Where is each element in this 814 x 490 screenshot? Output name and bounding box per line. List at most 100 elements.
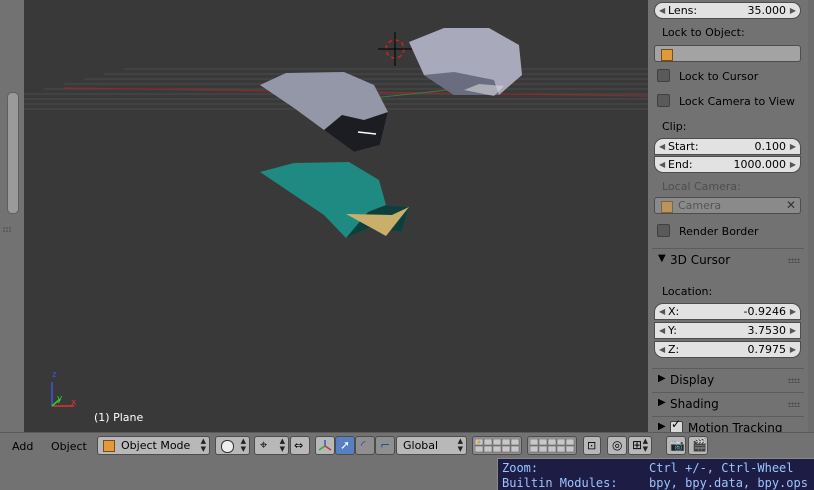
collapsed-triangle-icon: ▶ — [658, 373, 666, 384]
increment-arrow-icon[interactable]: ▶ — [790, 139, 796, 154]
cursor-y-value: 3.7530 — [747, 324, 787, 337]
properties-panel: ◀ Lens: 35.000 ▶ Lock to Object: Lock to… — [648, 0, 814, 432]
increment-arrow-icon[interactable]: ▶ — [790, 323, 796, 338]
updown-arrows-icon: ▲ ▼ — [240, 437, 246, 453]
clapper-icon: 🎬 — [692, 438, 707, 452]
render-border-checkbox[interactable] — [657, 224, 670, 237]
left-grip-icon[interactable] — [2, 226, 14, 232]
clip-start-label: Start: — [668, 140, 699, 153]
layer-grid-icon — [475, 439, 520, 453]
lens-value: 35.000 — [747, 4, 787, 17]
clip-end-value: 1000.000 — [733, 158, 787, 171]
3d-cursor-panel-header[interactable]: ▼ 3D Cursor — [652, 248, 804, 271]
updown-arrows-icon: ▲ ▼ — [279, 437, 285, 453]
clear-x-icon[interactable]: ✕ — [786, 198, 796, 212]
render-border-label: Render Border — [679, 225, 759, 238]
viewport-shading-selector[interactable]: ▲ ▼ — [215, 436, 250, 455]
active-object-label: (1) Plane — [94, 411, 144, 424]
collapsed-triangle-icon: ▶ — [658, 421, 666, 432]
motion-tracking-panel-header[interactable]: ▶ ✓ Motion Tracking — [652, 416, 804, 432]
lens-field[interactable]: ◀ Lens: 35.000 ▶ — [654, 2, 801, 19]
object-cube-icon — [661, 49, 673, 61]
decrement-arrow-icon[interactable]: ◀ — [659, 139, 665, 154]
shading-title: Shading — [670, 397, 719, 411]
proportional-edit-button[interactable]: ◎ — [607, 436, 627, 455]
cursor-x-label: X: — [668, 305, 680, 318]
pivot-point-selector[interactable]: ⌖ ▲ ▼ — [254, 436, 289, 455]
decrement-arrow-icon[interactable]: ◀ — [659, 3, 665, 18]
lock-to-cursor-label: Lock to Cursor — [679, 70, 759, 83]
location-label: Location: — [662, 285, 713, 298]
drag-grip-icon[interactable] — [788, 402, 800, 407]
cursor-z-field[interactable]: ◀ Z: 0.7975 ▶ — [654, 341, 801, 358]
decrement-arrow-icon[interactable]: ◀ — [659, 323, 665, 338]
left-toolbar-strip — [0, 0, 24, 432]
layers-group-1[interactable] — [472, 436, 522, 455]
lock-layers-button[interactable]: ⊡ — [583, 436, 601, 455]
pivot-align-button[interactable]: ⇔ — [290, 436, 310, 455]
console-line1-key: Zoom: — [502, 461, 539, 475]
decrement-arrow-icon[interactable]: ◀ — [659, 304, 665, 319]
mode-label: Object Mode — [121, 439, 191, 452]
left-scrollbar[interactable] — [7, 92, 19, 214]
increment-arrow-icon[interactable]: ▶ — [790, 342, 796, 357]
decrement-arrow-icon[interactable]: ◀ — [659, 342, 665, 357]
add-menu[interactable]: Add — [12, 440, 33, 453]
increment-arrow-icon[interactable]: ▶ — [790, 157, 796, 172]
align-arrows-icon: ⇔ — [294, 439, 304, 452]
layers-group-2[interactable] — [527, 436, 577, 455]
lens-label: Lens: — [668, 4, 698, 17]
clip-end-field[interactable]: ◀ End: 1000.000 ▶ — [654, 156, 801, 173]
object-mode-cube-icon — [103, 440, 115, 452]
clip-start-field[interactable]: ◀ Start: 0.100 ▶ — [654, 138, 801, 155]
axis-x-label: x — [71, 398, 77, 408]
camera-cube-icon — [661, 201, 673, 213]
3d-cursor-icon[interactable] — [378, 32, 412, 66]
lock-icon: ⊡ — [587, 439, 597, 452]
updown-arrows-icon: ▲ ▼ — [457, 437, 463, 453]
manipulator-axes-icon — [318, 440, 332, 451]
render-still-button[interactable]: 📷 — [666, 436, 686, 455]
rotate-manipulator-button[interactable]: ◜ — [355, 436, 375, 455]
updown-arrows-icon: ▲ ▼ — [200, 437, 206, 453]
drag-grip-icon[interactable] — [788, 258, 800, 263]
console-line2-key: Builtin Modules: — [502, 476, 618, 490]
orientation-selector[interactable]: Global ▲ ▼ — [396, 436, 467, 455]
3d-viewport[interactable]: z y x (1) Plane — [24, 0, 648, 432]
cursor-x-field[interactable]: ◀ X: -0.9246 ▶ — [654, 303, 801, 320]
cursor-x-value: -0.9246 — [743, 305, 786, 318]
properties-scrollbar[interactable] — [808, 0, 814, 432]
shading-panel-header[interactable]: ▶ Shading — [652, 392, 804, 415]
snap-magnet-icon: ⊞ — [632, 438, 643, 452]
increment-arrow-icon[interactable]: ▶ — [790, 304, 796, 319]
clip-label: Clip: — [662, 120, 687, 133]
translate-manipulator-button[interactable]: ➚ — [335, 436, 355, 455]
local-camera-field[interactable]: Camera ✕ — [654, 197, 801, 214]
object-menu[interactable]: Object — [51, 440, 87, 453]
mode-selector[interactable]: Object Mode ▲ ▼ — [97, 436, 210, 455]
lock-camera-to-view-label: Lock Camera to View — [679, 95, 795, 108]
python-console[interactable]: Zoom: Ctrl +/-, Ctrl-Wheel Builtin Modul… — [497, 458, 814, 490]
axis-z-label: z — [52, 370, 57, 380]
render-animation-button[interactable]: 🎬 — [688, 436, 708, 455]
lock-to-cursor-checkbox[interactable] — [657, 69, 670, 82]
decrement-arrow-icon[interactable]: ◀ — [659, 157, 665, 172]
display-title: Display — [670, 373, 715, 387]
lock-camera-to-view-checkbox[interactable] — [657, 94, 670, 107]
checkmark-icon: ✓ — [671, 417, 682, 431]
scale-manipulator-button[interactable]: ⌐ — [375, 436, 395, 455]
pivot-crosshair-icon: ⌖ — [260, 438, 268, 453]
display-panel-header[interactable]: ▶ Display — [652, 368, 804, 391]
collapsed-triangle-icon: ▶ — [658, 397, 666, 408]
motion-tracking-title: Motion Tracking — [688, 421, 783, 432]
cursor-y-field[interactable]: ◀ Y: 3.7530 ▶ — [654, 322, 801, 339]
clip-start-value: 0.100 — [754, 140, 787, 153]
console-line1-value: Ctrl +/-, Ctrl-Wheel — [649, 461, 794, 475]
updown-arrows-icon: ▲ ▼ — [642, 437, 648, 453]
clip-end-label: End: — [668, 158, 693, 171]
manipulator-toggle[interactable] — [315, 436, 335, 455]
snap-element-selector[interactable]: ⊞ ▲ ▼ — [628, 436, 652, 455]
drag-grip-icon[interactable] — [788, 378, 800, 383]
lock-to-object-field[interactable] — [654, 45, 801, 62]
increment-arrow-icon[interactable]: ▶ — [790, 3, 796, 18]
